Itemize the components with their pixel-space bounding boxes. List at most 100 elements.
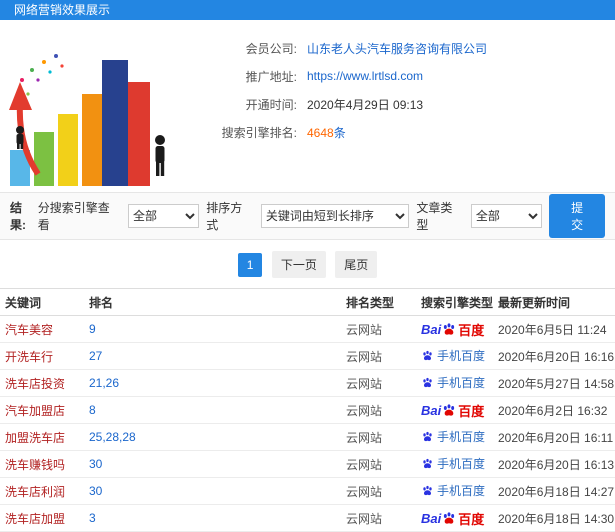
rank-type-cell: 云网站: [346, 403, 383, 418]
rank-type-cell: 云网站: [346, 484, 383, 499]
keyword-cell: 汽车加盟店: [5, 403, 66, 418]
info-section: 会员公司: 山东老人头汽车服务咨询有限公司 推广地址: https://www.…: [0, 20, 615, 192]
page-number-current[interactable]: 1: [237, 253, 263, 277]
sort-filter-label: 排序方式: [206, 201, 243, 232]
update-time-cell: 2020年6月18日 14:27: [498, 484, 615, 499]
header-update-time: 最新更新时间: [498, 295, 571, 310]
rank-cell: 30: [89, 484, 103, 498]
keyword-cell: 洗车赚钱吗: [5, 457, 66, 472]
rank-count-unit: 条: [333, 125, 346, 140]
engine-cell: Bai 百度: [421, 509, 498, 528]
keyword-cell: 开洗车行: [5, 349, 54, 364]
update-time-cell: 2020年6月18日 14:30: [498, 511, 615, 526]
keyword-cell: 汽车美容: [5, 322, 54, 337]
type-filter-label: 文章类型: [416, 201, 453, 232]
table-row: 洗车赚钱吗 30 云网站 手机百度 2020年6月20日 16:13: [0, 451, 615, 478]
engine-cell: 手机百度: [421, 455, 498, 473]
filter-bar: 结果: 分搜索引擎查看 全部 排序方式 关键词由短到长排序 文章类型 全部 提交: [0, 192, 615, 240]
table-row: 加盟洗车店 25,28,28 云网站 手机百度 2020年6月20日 16:11: [0, 424, 615, 451]
paw-icon: [423, 458, 432, 469]
table-row: 洗车店投资 21,26 云网站 手机百度 2020年5月27日 14:58: [0, 370, 615, 397]
rank-type-cell: 云网站: [346, 457, 383, 472]
engine-cell: 手机百度: [421, 482, 498, 500]
paw-icon: [423, 485, 432, 496]
mobile-baidu-icon: 手机百度: [421, 347, 485, 364]
header-engine-type: 搜索引擎类型: [421, 295, 494, 310]
rank-count-label: 搜索引擎排名:: [221, 125, 297, 140]
engine-cell: Bai 百度: [421, 401, 498, 420]
table-row: 汽车美容 9 云网站 Bai 百度 2020年6月5日 11:24: [0, 316, 615, 343]
header-rank: 排名: [89, 295, 114, 310]
paw-icon: [423, 431, 432, 442]
keyword-cell: 洗车店投资: [5, 376, 66, 391]
results-table: 关键词 排名 排名类型 搜索引擎类型 最新更新时间 汽车美容 9 云网站 Bai 百度 2…: [0, 288, 615, 532]
header-rank-type: 排名类型: [346, 295, 395, 310]
info-row-url: 推广地址: https://www.lrtlsd.com: [185, 62, 487, 90]
rank-cell: 21,26: [89, 376, 120, 390]
rank-cell: 3: [89, 511, 96, 525]
baidu-logo-icon: Bai 百度: [421, 510, 485, 527]
mobile-baidu-icon: 手机百度: [421, 482, 485, 499]
page-title: 网络营销效果展示: [14, 3, 111, 17]
engine-filter-label: 分搜索引擎查看: [37, 201, 110, 232]
table-row: 开洗车行 27 云网站 手机百度 2020年6月20日 16:16: [0, 343, 615, 370]
engine-cell: 手机百度: [421, 428, 498, 446]
mobile-baidu-icon: 手机百度: [421, 428, 485, 445]
mobile-baidu-icon: 手机百度: [421, 374, 485, 391]
keyword-cell: 洗车店加盟: [5, 511, 66, 526]
keyword-cell: 加盟洗车店: [5, 430, 66, 445]
sort-filter-select[interactable]: 关键词由短到长排序: [260, 204, 410, 228]
company-info: 会员公司: 山东老人头汽车服务咨询有限公司 推广地址: https://www.…: [185, 20, 487, 192]
update-time-cell: 2020年6月5日 11:24: [498, 322, 607, 337]
engine-filter-select[interactable]: 全部: [127, 204, 200, 228]
update-time-cell: 2020年5月27日 14:58: [498, 376, 615, 391]
paw-icon: [423, 350, 432, 361]
company-link[interactable]: 山东老人头汽车服务咨询有限公司: [307, 40, 487, 57]
company-label: 会员公司:: [245, 41, 297, 56]
rank-count-value: 4648条: [307, 124, 346, 141]
engine-cell: 手机百度: [421, 374, 498, 392]
mobile-baidu-icon: 手机百度: [421, 455, 485, 472]
promo-url-link[interactable]: https://www.lrtlsd.com: [307, 69, 423, 83]
open-time-label: 开通时间:: [245, 97, 297, 112]
result-section-label: 结果:: [10, 201, 26, 232]
table-row: 洗车店加盟 3 云网站 Bai 百度 2020年6月18日 14:30: [0, 505, 615, 532]
header-keyword: 关键词: [5, 295, 42, 310]
pagination: 1 下一页 尾页: [0, 240, 615, 288]
open-time-value: 2020年4月29日 09:13: [307, 97, 424, 112]
rank-type-cell: 云网站: [346, 430, 383, 445]
update-time-cell: 2020年6月20日 16:16: [498, 349, 615, 364]
rank-cell: 9: [89, 322, 96, 336]
paw-icon: [423, 377, 432, 388]
engine-cell: Bai 百度: [421, 320, 498, 339]
rank-type-cell: 云网站: [346, 376, 383, 391]
page-header: 网络营销效果展示: [0, 0, 615, 20]
table-body: 汽车美容 9 云网站 Bai 百度 2020年6月5日 11:24 开洗车行 27 云网站 手机百…: [0, 316, 615, 532]
table-row: 洗车店利润 30 云网站 手机百度 2020年6月18日 14:27: [0, 478, 615, 505]
paw-icon: [444, 404, 455, 416]
submit-button[interactable]: 提交: [549, 194, 605, 238]
baidu-logo-icon: Bai 百度: [421, 402, 485, 419]
update-time-cell: 2020年6月2日 16:32: [498, 403, 608, 418]
info-row-rank-count: 搜索引擎排名: 4648条: [185, 118, 487, 146]
info-row-company: 会员公司: 山东老人头汽车服务咨询有限公司: [185, 34, 487, 62]
info-row-open-time: 开通时间: 2020年4月29日 09:13: [185, 90, 487, 118]
rank-cell: 8: [89, 403, 96, 417]
rank-type-cell: 云网站: [346, 511, 383, 526]
engine-cell: 手机百度: [421, 347, 498, 365]
update-time-cell: 2020年6月20日 16:11: [498, 430, 614, 445]
type-filter-select[interactable]: 全部: [470, 204, 543, 228]
paw-icon: [444, 512, 455, 524]
next-page-link[interactable]: 下一页: [271, 251, 326, 278]
last-page-link[interactable]: 尾页: [335, 251, 378, 278]
keyword-cell: 洗车店利润: [5, 484, 66, 499]
rank-cell: 30: [89, 457, 103, 471]
baidu-logo-icon: Bai 百度: [421, 321, 485, 338]
rank-cell: 25,28,28: [89, 430, 136, 444]
table-row: 汽车加盟店 8 云网站 Bai 百度 2020年6月2日 16:32: [0, 397, 615, 424]
update-time-cell: 2020年6月20日 16:13: [498, 457, 615, 472]
rank-type-cell: 云网站: [346, 349, 383, 364]
filter-controls: 分搜索引擎查看 全部 排序方式 关键词由短到长排序 文章类型 全部 提交: [38, 194, 605, 238]
bar-chart-illustration: [9, 54, 165, 186]
promo-url-label: 推广地址:: [245, 69, 297, 84]
